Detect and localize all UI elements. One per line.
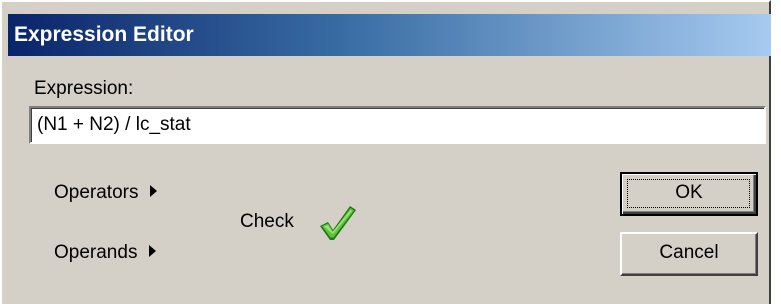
checkmark-icon[interactable] bbox=[316, 202, 358, 242]
ok-button-label: OK bbox=[675, 182, 703, 203]
arrow-right-icon bbox=[149, 244, 157, 257]
window-title: Expression Editor bbox=[14, 23, 194, 46]
expression-input[interactable] bbox=[29, 106, 766, 144]
arrow-right-icon bbox=[150, 184, 158, 197]
operators-label: Operators bbox=[54, 182, 139, 203]
check-label[interactable]: Check bbox=[240, 211, 294, 233]
operators-menu-button[interactable]: Operators bbox=[54, 182, 158, 204]
expression-editor-dialog: Expression Editor Expression: Operators … bbox=[0, 0, 771, 304]
operands-menu-button[interactable]: Operands bbox=[54, 242, 157, 264]
expression-label: Expression: bbox=[34, 78, 134, 99]
cancel-button-label: Cancel bbox=[659, 242, 719, 263]
ok-button[interactable]: OK bbox=[620, 172, 758, 216]
cancel-button[interactable]: Cancel bbox=[620, 232, 758, 276]
title-bar[interactable]: Expression Editor bbox=[8, 14, 771, 56]
operands-label: Operands bbox=[54, 242, 138, 263]
